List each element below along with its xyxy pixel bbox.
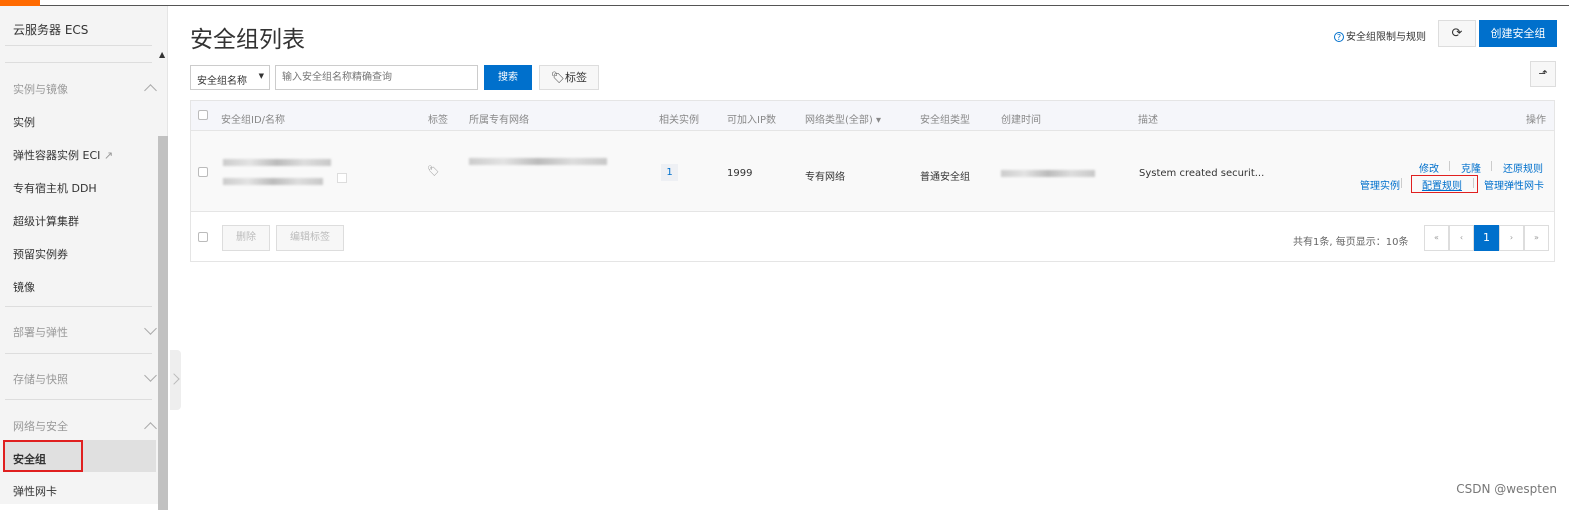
redacted-vpc[interactable] — [469, 158, 607, 165]
chevron-up-icon[interactable] — [144, 84, 157, 97]
sidebar-title: 云服务器 ECS — [13, 23, 89, 37]
col-id-name: 安全组ID/名称 — [221, 115, 286, 126]
first-page-button[interactable]: « — [1424, 225, 1449, 251]
next-page-button[interactable]: › — [1499, 225, 1524, 251]
tag-icon[interactable]: 🏷 — [427, 166, 440, 177]
divider — [5, 45, 152, 46]
highlight-box — [3, 440, 83, 472]
col-ip-count: 可加入IP数 — [727, 115, 776, 126]
select-value: 安全组名称 — [197, 76, 247, 87]
last-page-button[interactable]: » — [1524, 225, 1549, 251]
manage-instances-link[interactable]: 管理实例 — [1360, 177, 1400, 192]
sidebar-item-ri[interactable]: 预留实例券 — [13, 246, 68, 262]
network-type: 专有网络 — [805, 172, 845, 183]
modify-link[interactable]: 修改 — [1419, 160, 1439, 175]
description: System created securit... — [1139, 168, 1265, 179]
edit-tags-button[interactable]: 编辑标签 — [276, 225, 344, 251]
pagination-summary: 共有1条, 每页显示：10条 — [1293, 237, 1409, 248]
manage-eni-link[interactable]: 管理弹性网卡 — [1484, 177, 1544, 192]
table-row: 🏷 1 1999 专有网络 普通安全组 System created secur… — [191, 131, 1554, 212]
highlight-box — [1411, 175, 1478, 193]
redacted-created-time — [1001, 170, 1095, 177]
security-group-table: 安全组ID/名称 标签 所属专有网络 相关实例 可加入IP数 网络类型(全部) … — [190, 100, 1555, 262]
footer-select-all-checkbox[interactable] — [198, 232, 208, 242]
sidebar-item-eci[interactable]: 弹性容器实例 ECI ↗ — [13, 147, 113, 163]
sidebar: 云服务器 ECS ▲ 实例与镜像 实例 弹性容器实例 ECI ↗ 专有宿主机 D… — [0, 6, 168, 510]
help-link-label: 安全组限制与规则 — [1346, 32, 1426, 43]
col-sg-type: 安全组类型 — [920, 115, 970, 126]
prev-page-button[interactable]: ‹ — [1449, 225, 1474, 251]
col-vpc: 所属专有网络 — [469, 115, 529, 126]
refresh-button[interactable]: ⟳ — [1438, 20, 1476, 47]
sidebar-group-instances[interactable]: 实例与镜像 — [13, 81, 68, 97]
col-actions: 操作 — [1526, 115, 1546, 126]
edit-name-icon[interactable] — [337, 173, 347, 183]
chevron-down-icon[interactable] — [144, 322, 157, 335]
sidebar-group-deploy[interactable]: 部署与弹性 — [13, 324, 68, 340]
col-description: 描述 — [1138, 115, 1158, 126]
redacted-sg-id[interactable] — [223, 159, 331, 166]
table-header: 安全组ID/名称 标签 所属专有网络 相关实例 可加入IP数 网络类型(全部) … — [191, 101, 1554, 131]
sidebar-item-image[interactable]: 镜像 — [13, 279, 35, 295]
col-related-instances: 相关实例 — [659, 115, 699, 126]
col-label: 网络类型(全部) — [805, 115, 873, 126]
redacted-sg-name — [223, 178, 323, 185]
page-1-button[interactable]: 1 — [1474, 225, 1499, 251]
help-link[interactable]: ? 安全组限制与规则 — [1334, 28, 1426, 43]
tag-filter-button[interactable]: 🏷标签 — [539, 65, 599, 90]
search-input[interactable] — [275, 65, 478, 90]
search-field-select[interactable]: 安全组名称 ▼ — [190, 65, 270, 90]
chevron-down-icon[interactable] — [144, 369, 157, 382]
help-icon: ? — [1334, 32, 1344, 42]
separator — [1449, 161, 1450, 171]
separator — [1401, 178, 1402, 188]
sidebar-collapse-handle[interactable] — [170, 350, 181, 410]
tag-button-label: 标签 — [564, 71, 587, 84]
scroll-up-arrow[interactable]: ▲ — [159, 50, 165, 59]
search-button[interactable]: 搜索 — [484, 65, 532, 90]
refresh-icon: ⟳ — [1451, 26, 1463, 41]
divider — [5, 399, 152, 400]
clone-link[interactable]: 克隆 — [1461, 160, 1481, 175]
caret-down-icon: ▾ — [876, 115, 882, 126]
tag-icon: 🏷 — [551, 71, 565, 84]
watermark: CSDN @wespten — [1456, 482, 1557, 496]
restore-rules-link[interactable]: 还原规则 — [1503, 160, 1543, 175]
row-checkbox[interactable] — [198, 167, 208, 177]
top-bar — [0, 0, 1569, 6]
sidebar-item-label: 弹性容器实例 ECI — [13, 149, 101, 162]
delete-button[interactable]: 删除 — [222, 225, 270, 251]
sidebar-group-network[interactable]: 网络与安全 — [13, 418, 68, 434]
sidebar-group-storage[interactable]: 存储与快照 — [13, 371, 68, 387]
sidebar-item-instance[interactable]: 实例 — [13, 114, 35, 130]
select-all-checkbox[interactable] — [198, 110, 208, 120]
related-instances-badge[interactable]: 1 — [661, 164, 678, 181]
separator — [1491, 161, 1492, 171]
divider — [5, 306, 152, 307]
divider — [5, 353, 152, 354]
col-tags: 标签 — [428, 115, 448, 126]
col-created-time: 创建时间 — [1001, 115, 1041, 126]
sidebar-item-scc[interactable]: 超级计算集群 — [13, 213, 79, 229]
create-security-group-button[interactable]: 创建安全组 — [1479, 20, 1557, 47]
sidebar-scrollbar[interactable] — [158, 136, 168, 510]
divider — [5, 62, 152, 63]
chevron-up-icon[interactable] — [144, 422, 157, 435]
export-button[interactable]: ⬏ — [1530, 61, 1556, 87]
page-title: 安全组列表 — [190, 27, 305, 53]
export-icon: ⬏ — [1538, 67, 1548, 80]
sidebar-item-eni[interactable]: 弹性网卡 — [13, 483, 57, 499]
external-link-icon: ↗ — [103, 149, 114, 162]
sidebar-item-ddh[interactable]: 专有宿主机 DDH — [13, 180, 97, 196]
ip-count: 1999 — [727, 168, 753, 179]
col-network-type-filter[interactable]: 网络类型(全部) ▾ — [805, 111, 881, 126]
dropdown-arrow-icon: ▼ — [258, 72, 264, 80]
sg-type: 普通安全组 — [920, 172, 970, 183]
